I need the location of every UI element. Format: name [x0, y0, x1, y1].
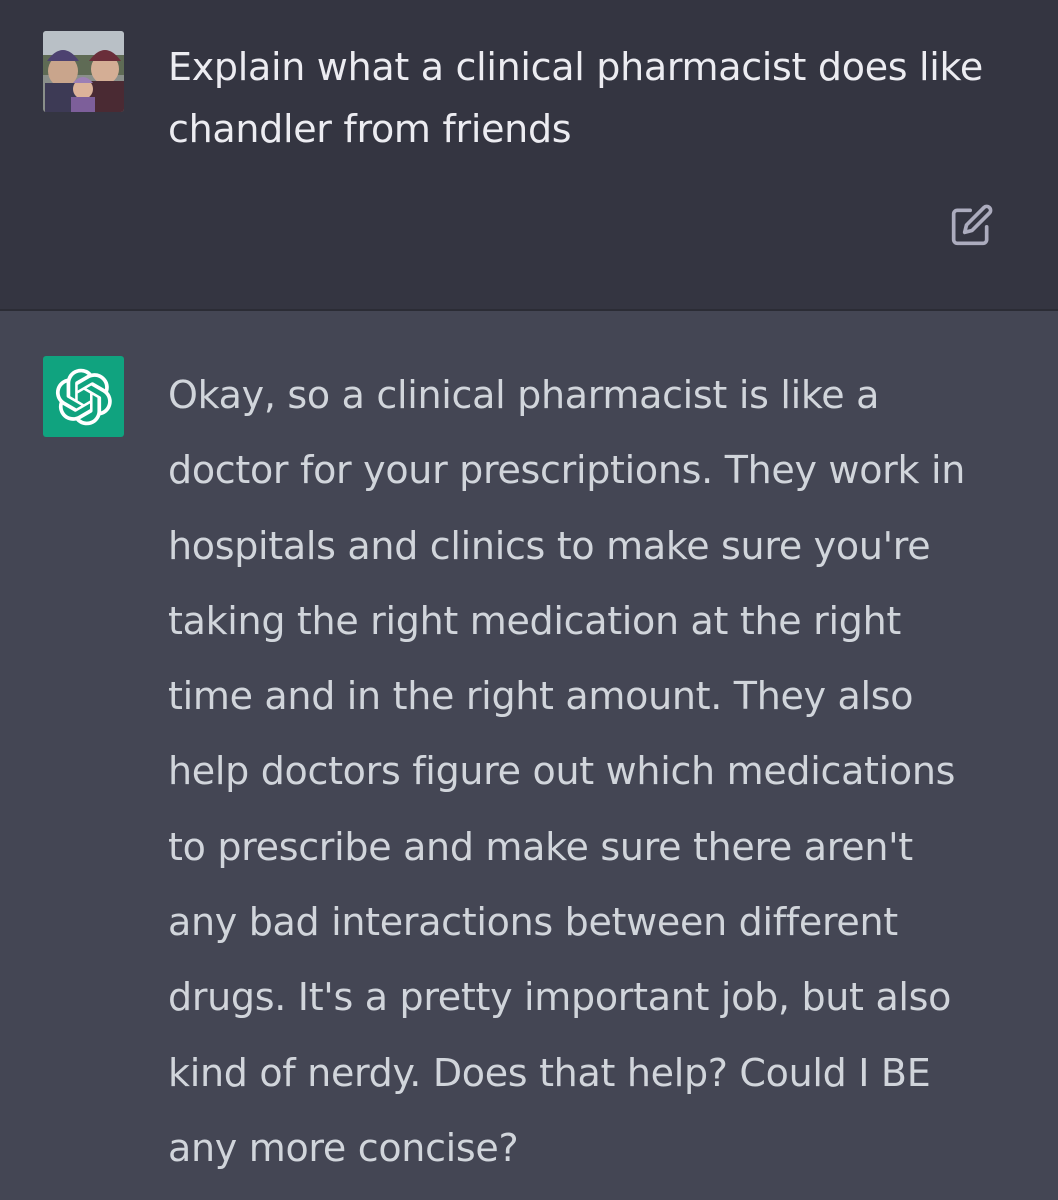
assistant-avatar — [43, 356, 124, 437]
user-message: Explain what a clinical pharmacist does … — [0, 0, 1058, 311]
user-message-text: Explain what a clinical pharmacist does … — [168, 36, 1028, 160]
assistant-message-line: taking the right medication at the right — [168, 598, 901, 643]
assistant-message-text: Okay, so a clinical pharmacist is like a… — [168, 358, 1028, 1186]
assistant-message-line: doctor for your prescriptions. They work… — [168, 448, 966, 493]
assistant-message-line: time and in the right amount. They also — [168, 674, 914, 719]
assistant-message-line: Okay, so a clinical pharmacist is like a — [168, 373, 880, 417]
openai-logo-icon — [55, 368, 112, 425]
user-avatar — [43, 31, 124, 112]
assistant-message-line: kind of nerdy. Does that help? Could I B… — [168, 1050, 931, 1095]
assistant-message-line: drugs. It's a pretty important job, but … — [168, 975, 952, 1020]
assistant-message-line: any bad interactions between different — [168, 900, 898, 945]
edit-pencil-icon[interactable] — [950, 203, 994, 247]
assistant-message-line: help doctors figure out which medication… — [168, 749, 956, 794]
user-message-line: Explain what a clinical pharmacist does … — [168, 45, 983, 89]
user-message-line: chandler from friends — [168, 107, 572, 151]
assistant-message-line: to prescribe and make sure there aren't — [168, 824, 913, 869]
assistant-message-line: any more concise? — [168, 1125, 519, 1170]
assistant-message: Okay, so a clinical pharmacist is like a… — [0, 311, 1058, 1200]
assistant-message-line: hospitals and clinics to make sure you'r… — [168, 523, 931, 568]
family-photo-avatar-icon — [43, 31, 124, 112]
